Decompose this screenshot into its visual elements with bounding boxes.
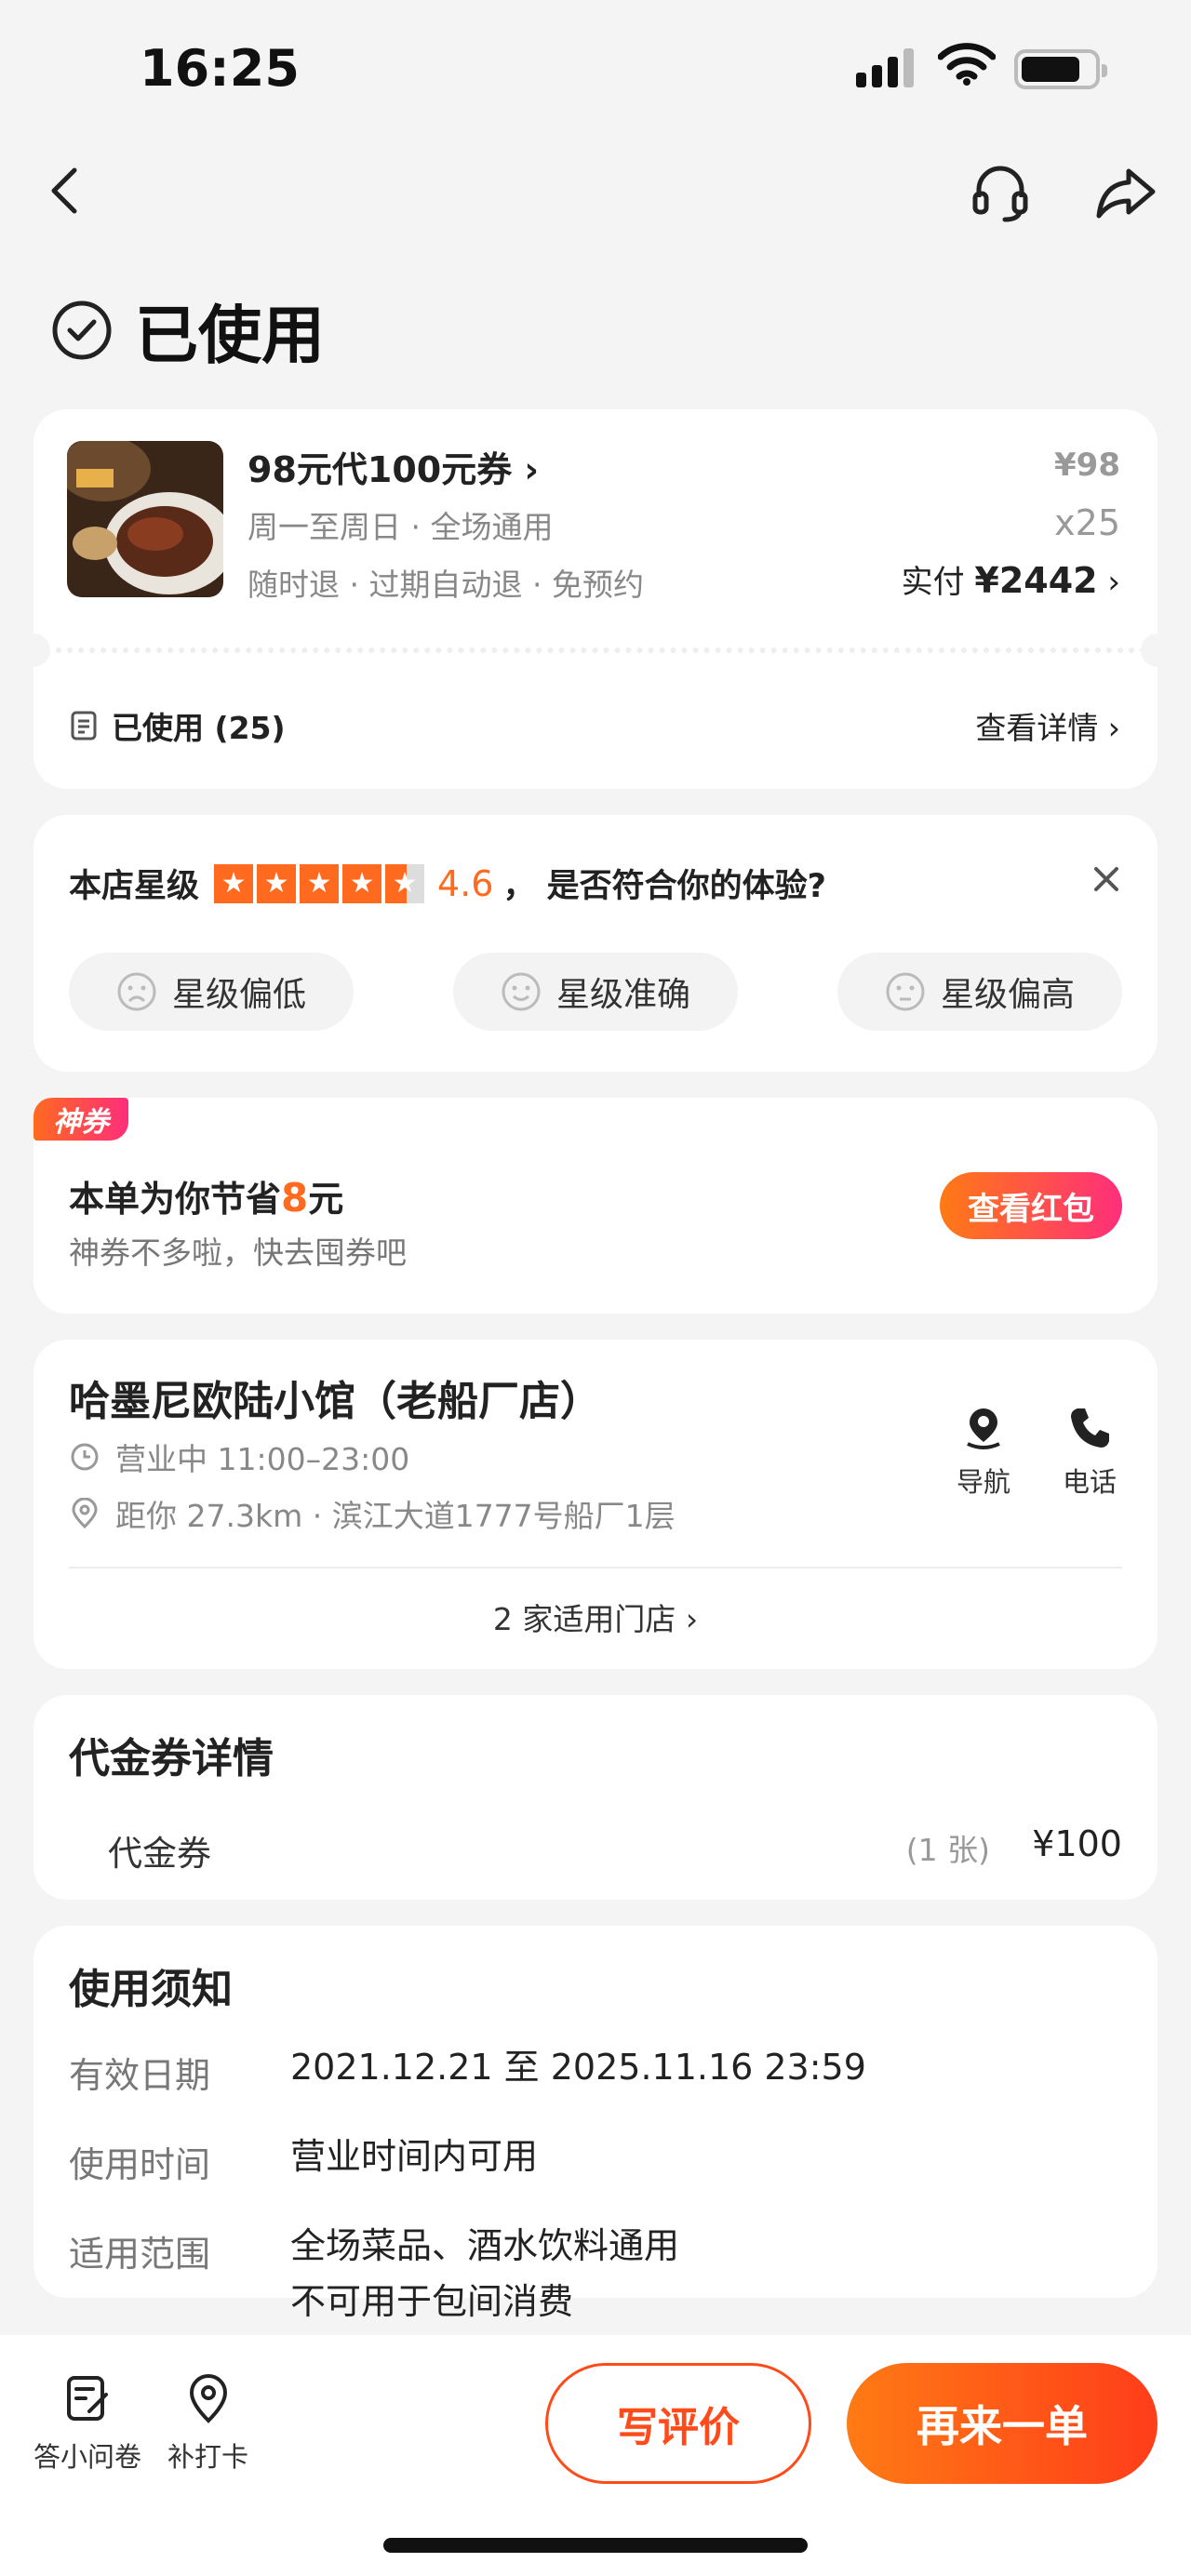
wifi-icon <box>938 43 996 86</box>
view-red-packet-button[interactable]: 查看红包 <box>940 1172 1122 1239</box>
navigation-icon <box>967 1408 1000 1449</box>
phone-icon <box>1071 1408 1109 1448</box>
notice-value: 营业时间内可用 <box>290 2136 539 2177</box>
coupon-subtitle: 神券不多啦，快去囤券吧 <box>69 1235 407 1271</box>
customer-service-icon[interactable] <box>968 160 1033 225</box>
voucher-count: (1 张) <box>905 1832 990 1868</box>
ticket-notch <box>1141 634 1174 667</box>
voucher-price: ¥100 <box>1032 1823 1122 1864</box>
coupon-badge: 神券 <box>33 1098 128 1141</box>
store-address[interactable]: 距你 27.3km · 滨江大道1777号船厂1层 <box>69 1491 676 1536</box>
deal-thumbnail[interactable] <box>67 441 223 597</box>
deal-quantity: x25 <box>1054 502 1120 543</box>
smile-face-icon <box>502 972 541 1011</box>
survey-edit-icon <box>67 2376 108 2421</box>
divider <box>33 647 1158 653</box>
star-rating: ★ ★ ★ ★ ★ <box>214 863 428 903</box>
store-hours: 营业中 11:00–23:00 <box>69 1435 409 1479</box>
document-icon <box>71 711 97 741</box>
rate-accurate-button[interactable]: 星级准确 <box>453 953 738 1031</box>
deal-paid-total[interactable]: 实付 ¥2442 › <box>902 556 1120 602</box>
view-detail-link[interactable]: 查看详情 › <box>975 703 1120 748</box>
star-icon: ★ <box>342 863 382 903</box>
coupon-savings-title: 本单为你节省8元 <box>69 1175 344 1221</box>
coupon-savings-card: 神券 本单为你节省8元 神券不多啦，快去囤券吧 查看红包 <box>33 1098 1158 1314</box>
close-icon[interactable] <box>1091 863 1122 895</box>
surprised-face-icon <box>886 972 925 1011</box>
deal-unit-price: ¥98 <box>1054 447 1120 484</box>
signal-icon <box>856 47 914 87</box>
notice-label: 有效日期 <box>69 2055 211 2096</box>
rating-prompt: 本店星级 ★ ★ ★ ★ ★ 4.6 ， 是否符合你的体验? <box>69 860 826 907</box>
rating-card: 本店星级 ★ ★ ★ ★ ★ 4.6 ， 是否符合你的体验? 星级偏低 星级准确 <box>33 815 1158 1072</box>
status-title: 已使用 <box>135 300 326 373</box>
store-name[interactable]: 哈墨尼欧陆小馆（老船厂店） <box>69 1368 601 1427</box>
sad-face-icon <box>117 972 156 1011</box>
voucher-detail-card: 代金券详情 代金券 (1 张) ¥100 <box>33 1695 1158 1900</box>
back-icon[interactable] <box>47 163 84 219</box>
voucher-section-title: 代金券详情 <box>69 1735 274 1782</box>
applicable-stores-link[interactable]: 2 家适用门店 › <box>33 1595 1158 1639</box>
write-review-button[interactable]: 写评价 <box>545 2363 811 2484</box>
home-indicator[interactable] <box>383 2538 808 2553</box>
half-star-icon: ★ <box>385 863 425 903</box>
deal-title[interactable]: 98元代100元券 › <box>248 441 539 492</box>
divider <box>69 1567 1122 1568</box>
rating-question: ， 是否符合你的体验? <box>502 868 826 905</box>
checkin-pin-icon <box>189 2374 227 2423</box>
battery-icon <box>1014 49 1107 89</box>
used-count: 已使用 (25) <box>71 703 286 748</box>
store-card: 哈墨尼欧陆小馆（老船厂店） 营业中 11:00–23:00 距你 27.3km … <box>33 1340 1158 1669</box>
notice-title: 使用须知 <box>69 1966 233 2013</box>
star-icon: ★ <box>257 863 297 903</box>
rate-high-button[interactable]: 星级偏高 <box>837 953 1122 1031</box>
voucher-name: 代金券 <box>108 1834 211 1874</box>
share-icon[interactable] <box>1093 160 1158 225</box>
navigate-button[interactable]: 导航 <box>942 1403 1025 1500</box>
notice-label: 使用时间 <box>69 2144 211 2185</box>
usage-notice-card: 使用须知 有效日期 2021.12.21 至 2025.11.16 23:59 … <box>33 1926 1158 2322</box>
location-pin-icon <box>72 1498 98 1529</box>
notice-label: 适用范围 <box>69 2234 211 2275</box>
ticket-notch <box>17 634 50 667</box>
notice-value: 全场菜品、酒水饮料通用 <box>290 2225 680 2266</box>
status-time: 16:25 <box>140 39 300 98</box>
deal-card: 98元代100元券 › 周一至周日 · 全场通用 随时退 · 过期自动退 · 免… <box>17 409 1174 789</box>
check-circle-icon <box>52 300 112 359</box>
star-icon: ★ <box>214 863 254 903</box>
reorder-button[interactable]: 再来一单 <box>847 2363 1158 2484</box>
notice-value: 不可用于包间消费 <box>290 2281 574 2322</box>
deal-refund-policy: 随时退 · 过期自动退 · 免预约 <box>248 567 644 603</box>
clock-icon <box>71 1443 99 1471</box>
survey-button[interactable]: 答小问卷 <box>33 2372 141 2475</box>
star-icon: ★ <box>300 863 340 903</box>
status-bar: 16:25 <box>0 0 1191 140</box>
call-button[interactable]: 电话 <box>1048 1403 1131 1500</box>
order-status: 已使用 <box>51 284 325 376</box>
checkin-button[interactable]: 补打卡 <box>167 2372 248 2475</box>
rating-label: 本店星级 <box>69 868 200 905</box>
deal-usage-days: 周一至周日 · 全场通用 <box>248 509 554 545</box>
rate-low-button[interactable]: 星级偏低 <box>69 953 354 1031</box>
rating-score: 4.6 <box>437 862 494 904</box>
notice-value: 2021.12.21 至 2025.11.16 23:59 <box>290 2047 866 2088</box>
